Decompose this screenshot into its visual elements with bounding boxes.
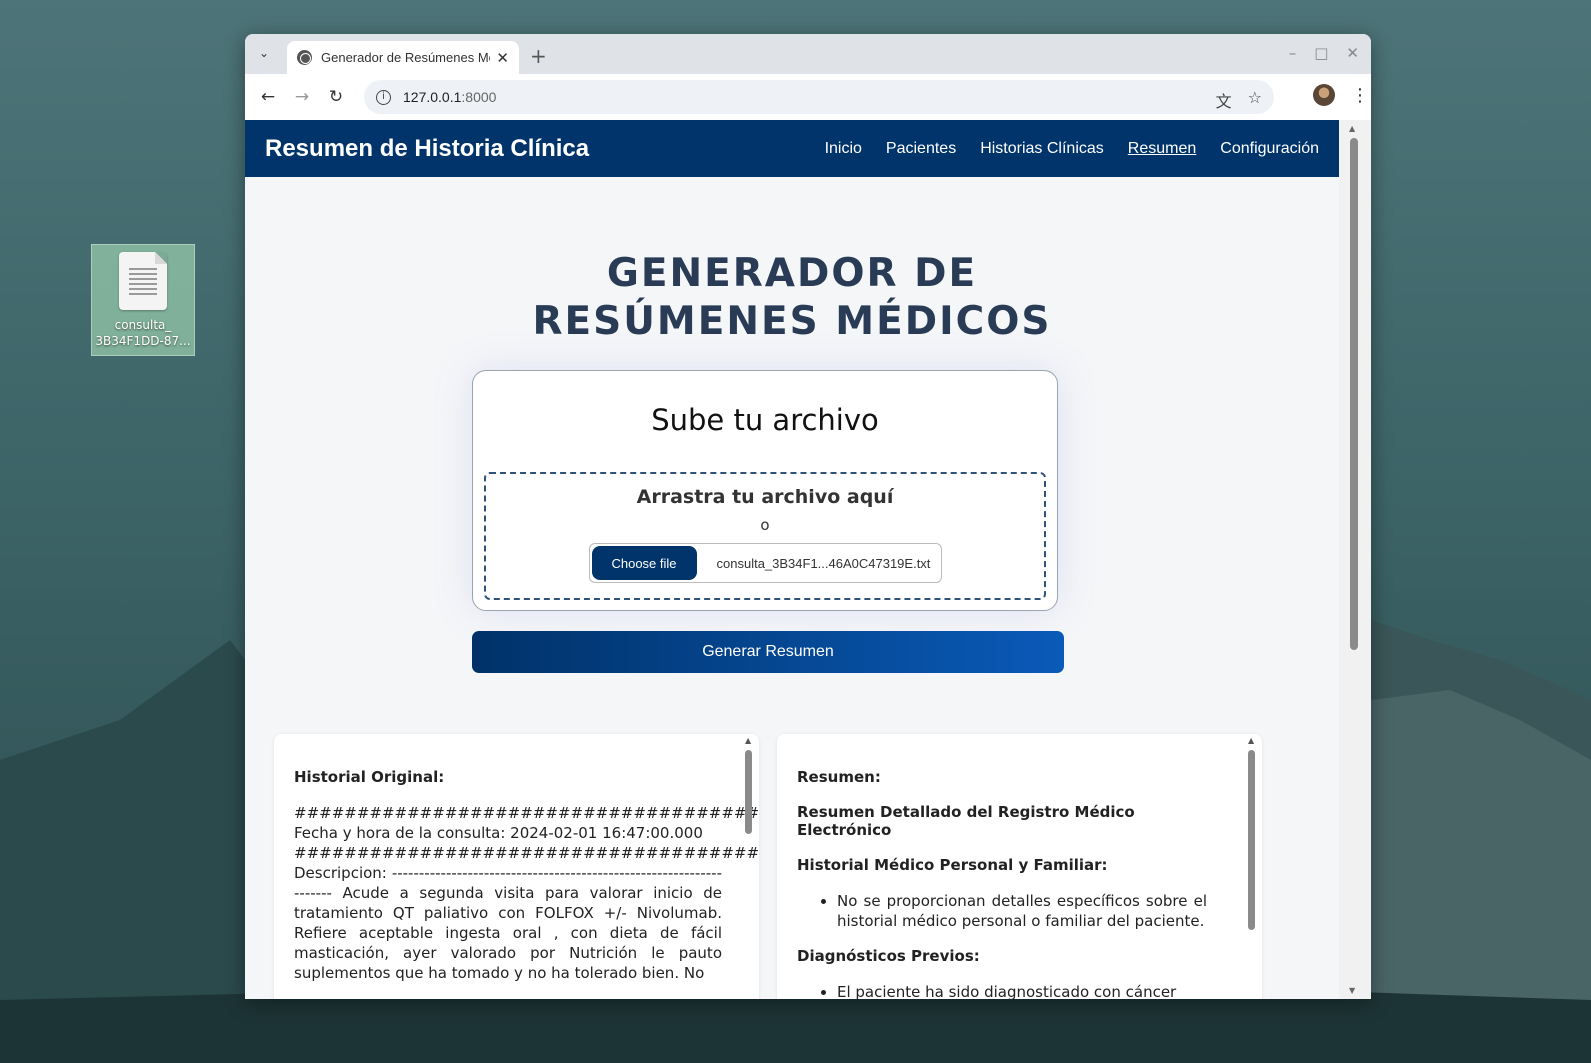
site-title: Resumen de Historia Clínica — [265, 134, 590, 162]
desktop-file-icon[interactable]: consulta_ 3B34F1DD-87... — [91, 244, 195, 356]
page-title: GENERADOR DE RESÚMENES MÉDICOS — [532, 251, 1052, 344]
page-scroll-thumb[interactable] — [1350, 138, 1358, 650]
url-host: 127.0.0.1 — [403, 89, 462, 105]
close-window-icon[interactable]: ✕ — [1346, 44, 1359, 62]
desktop-file-label: consulta_ 3B34F1DD-87... — [95, 318, 191, 348]
maximize-icon[interactable]: □ — [1314, 44, 1328, 62]
tab-title: Generador de Resúmenes Médicos — [321, 50, 490, 65]
original-history-panel[interactable]: Historial Original: ####################… — [274, 734, 759, 999]
tab-search-chevron-icon[interactable]: ⌄ — [255, 46, 273, 64]
summary-section1-item: No se proporcionan detalles específicos … — [837, 891, 1207, 931]
summary-section2-title: Diagnósticos Previos: — [797, 947, 980, 965]
forward-icon[interactable]: → — [285, 87, 319, 107]
generate-summary-button[interactable]: Generar Resumen — [472, 631, 1064, 673]
file-dropzone[interactable]: Arrastra tu archivo aquí o Choose file c… — [484, 472, 1046, 600]
new-tab-icon[interactable]: + — [530, 44, 547, 68]
globe-icon — [297, 50, 312, 65]
upload-heading: Sube tu archivo — [651, 403, 879, 437]
summary-panel[interactable]: Resumen: Resumen Detallado del Registro … — [777, 734, 1262, 999]
selected-file-name: consulta_3B34F1...46A0C47319E.txt — [716, 555, 931, 571]
scroll-up-arrow-icon[interactable]: ▲ — [745, 736, 751, 745]
scroll-thumb[interactable] — [1248, 750, 1255, 930]
address-bar[interactable]: i 127.0.0.1:8000 文 ☆ — [364, 80, 1274, 114]
site-nav: Inicio Pacientes Historias Clínicas Resu… — [825, 140, 1319, 158]
site-header: Resumen de Historia Clínica Inicio Pacie… — [245, 120, 1339, 177]
scroll-thumb[interactable] — [745, 750, 752, 834]
scroll-down-arrow-icon[interactable]: ▼ — [1349, 986, 1355, 995]
text-file-icon — [119, 252, 167, 310]
minimize-icon[interactable]: – — [1289, 44, 1297, 62]
translate-icon[interactable]: 文 — [1216, 88, 1232, 112]
browser-toolbar: ← → ↻ i 127.0.0.1:8000 文 ☆ ⋮ — [245, 74, 1371, 120]
url-port: :8000 — [461, 89, 497, 105]
summary-subtitle: Resumen Detallado del Registro Médico El… — [797, 803, 1135, 839]
nav-configuracion[interactable]: Configuración — [1220, 140, 1319, 158]
summary-heading: Resumen: — [797, 768, 881, 786]
choose-file-button[interactable]: Choose file — [591, 546, 697, 580]
reload-icon[interactable]: ↻ — [319, 87, 353, 107]
close-tab-icon[interactable]: ✕ — [496, 49, 509, 67]
summary-panel-scrollbar[interactable]: ▲ — [1245, 734, 1259, 999]
bookmark-star-icon[interactable]: ☆ — [1248, 88, 1262, 112]
scroll-up-arrow-icon[interactable]: ▲ — [1349, 124, 1355, 133]
nav-resumen[interactable]: Resumen — [1128, 140, 1196, 158]
summary-section1-title: Historial Médico Personal y Familiar: — [797, 856, 1108, 874]
original-text: ########################################… — [294, 804, 759, 982]
web-page: Resumen de Historia Clínica Inicio Pacie… — [245, 120, 1339, 999]
page-scrollbar[interactable]: ▲ ▼ — [1339, 120, 1371, 999]
upload-card: Sube tu archivo Arrastra tu archivo aquí… — [472, 370, 1058, 611]
browser-menu-icon[interactable]: ⋮ — [1351, 85, 1369, 106]
nav-historias-clinicas[interactable]: Historias Clínicas — [980, 140, 1104, 158]
nav-pacientes[interactable]: Pacientes — [886, 140, 956, 158]
nav-inicio[interactable]: Inicio — [825, 140, 862, 158]
original-panel-scrollbar[interactable]: ▲ — [742, 734, 756, 999]
site-info-icon[interactable]: i — [376, 89, 391, 105]
dropzone-text: Arrastra tu archivo aquí — [636, 486, 894, 508]
scroll-up-arrow-icon[interactable]: ▲ — [1248, 736, 1254, 745]
browser-tab[interactable]: Generador de Resúmenes Médicos ✕ — [287, 41, 519, 74]
tab-strip: ⌄ Generador de Resúmenes Médicos ✕ + – □… — [245, 34, 1371, 74]
original-heading: Historial Original: — [294, 768, 445, 786]
back-icon[interactable]: ← — [251, 87, 285, 107]
summary-section2-item: El paciente ha sido diagnosticado con cá… — [837, 982, 1207, 999]
profile-avatar[interactable] — [1313, 84, 1335, 106]
dropzone-or: o — [760, 516, 770, 534]
browser-window: ⌄ Generador de Resúmenes Médicos ✕ + – □… — [245, 34, 1371, 999]
file-input[interactable]: Choose file consulta_3B34F1...46A0C47319… — [588, 543, 942, 583]
